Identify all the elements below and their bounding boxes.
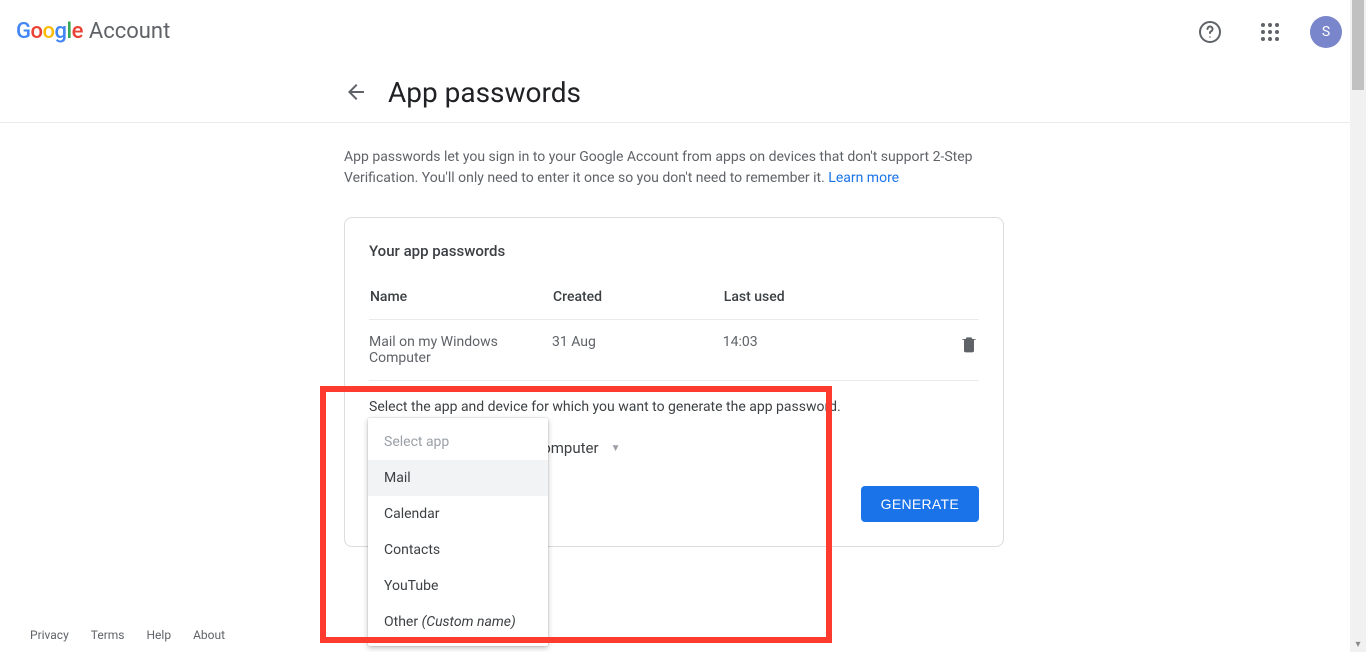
dropdown-item-youtube[interactable]: YouTube (368, 568, 548, 604)
back-arrow-icon[interactable] (344, 80, 368, 104)
generate-button[interactable]: GENERATE (861, 486, 979, 522)
title-row: App passwords (0, 64, 1366, 120)
cell-last-used: 14:03 (723, 320, 894, 381)
dropdown-item-contacts[interactable]: Contacts (368, 532, 548, 568)
scrollbar[interactable]: ▴ ▾ (1350, 0, 1366, 652)
dropdown-item-other-label: Other (384, 614, 422, 630)
dropdown-item-mail[interactable]: Mail (368, 460, 548, 496)
trash-icon[interactable] (959, 334, 979, 354)
passwords-table: Name Created Last used Mail on my Window… (369, 288, 979, 381)
footer-privacy[interactable]: Privacy (30, 628, 69, 642)
col-created: Created (552, 288, 723, 320)
apps-grid-icon[interactable] (1250, 12, 1290, 52)
help-icon[interactable] (1190, 12, 1230, 52)
page-title: App passwords (388, 76, 581, 109)
dropdown-header: Select app (368, 424, 548, 460)
table-header-row: Name Created Last used (369, 288, 979, 320)
top-bar: Google Account S (0, 0, 1366, 64)
footer-help[interactable]: Help (147, 628, 172, 642)
app-dropdown: Select app Mail Calendar Contacts YouTub… (368, 418, 548, 646)
scrollbar-thumb[interactable] (1352, 0, 1364, 90)
col-name: Name (369, 288, 552, 320)
col-actions (894, 288, 979, 320)
avatar-letter: S (1322, 24, 1330, 40)
google-account-logo[interactable]: Google Account (16, 19, 170, 44)
account-label: Account (89, 19, 170, 44)
col-last-used: Last used (723, 288, 894, 320)
scrollbar-down-icon[interactable]: ▾ (1350, 636, 1366, 652)
topbar-right: S (1190, 12, 1350, 52)
dropdown-item-calendar[interactable]: Calendar (368, 496, 548, 532)
footer: Privacy Terms Help About (30, 628, 225, 642)
chevron-down-icon: ▼ (611, 443, 621, 454)
footer-about[interactable]: About (193, 628, 225, 642)
intro-text: App passwords let you sign in to your Go… (344, 147, 1004, 189)
cell-name: Mail on my Windows Computer (369, 320, 552, 381)
table-row: Mail on my Windows Computer 31 Aug 14:03 (369, 320, 979, 381)
generate-instruction: Select the app and device for which you … (369, 399, 979, 415)
dropdown-item-other[interactable]: Other (Custom name) (368, 604, 548, 640)
google-logo: Google (16, 19, 83, 44)
cell-created: 31 Aug (552, 320, 723, 381)
footer-terms[interactable]: Terms (91, 628, 125, 642)
dropdown-item-other-suffix: (Custom name) (422, 614, 516, 630)
card-title: Your app passwords (369, 242, 979, 260)
learn-more-link[interactable]: Learn more (828, 170, 899, 186)
avatar[interactable]: S (1310, 16, 1342, 48)
